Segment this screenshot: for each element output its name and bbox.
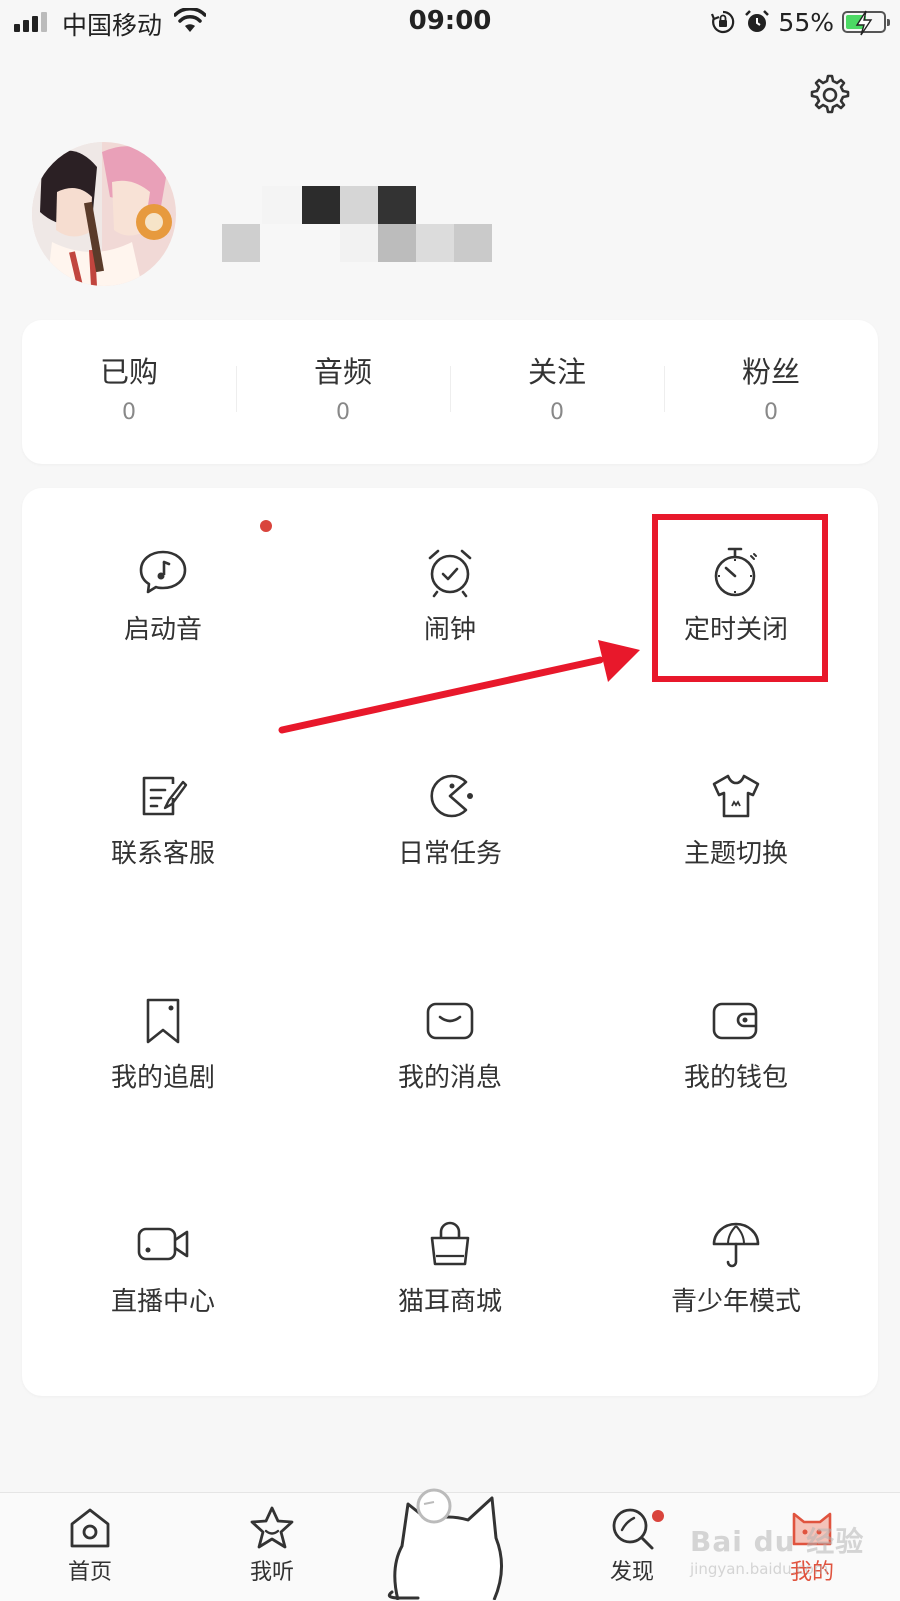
tab-label: 发现 [609,1560,654,1585]
menu-label: 我的钱包 [683,1063,788,1093]
menu-label: 主题切换 [683,839,788,869]
menu-daily-tasks[interactable]: 日常任务 [350,768,550,872]
menu-live-center[interactable]: 直播中心 [63,1216,263,1320]
tab-listen[interactable]: 我听 [212,1492,332,1586]
watermark-brand: Bai du 经验 [690,1525,865,1558]
menu-label: 猫耳商城 [397,1287,502,1317]
tshirt-icon [712,774,760,818]
tab-label: 我听 [249,1560,294,1585]
pacman-icon [430,774,473,818]
menu-label: 青少年模式 [670,1287,801,1317]
menu-my-dramas[interactable]: 我的追剧 [63,992,263,1096]
menu-customer-service[interactable]: 联系客服 [63,768,263,872]
menu-label: 我的消息 [397,1063,502,1093]
cat-icon[interactable] [384,1488,512,1600]
star-icon [250,1506,294,1549]
message-box-icon [426,1002,474,1040]
wallet-icon [712,1002,758,1040]
menu-label: 联系客服 [110,839,215,869]
umbrella-icon [712,1222,760,1268]
tab-label: 首页 [67,1560,112,1585]
menu-my-messages[interactable]: 我的消息 [350,992,550,1096]
watermark: Bai du 经验 jingyan.baidu.com [690,1520,864,1578]
bookmark-icon [146,998,180,1044]
menu-teen-mode[interactable]: 青少年模式 [636,1216,836,1320]
menu-label: 日常任务 [397,839,502,869]
home-icon [70,1508,110,1548]
tab-home[interactable]: 首页 [30,1492,150,1586]
watermark-url: jingyan.baidu.com [690,1560,829,1578]
annotation-arrow [278,640,640,734]
menu-maoer-mall[interactable]: 猫耳商城 [350,1216,550,1320]
edit-note-icon [142,776,188,816]
menu-my-wallet[interactable]: 我的钱包 [636,992,836,1096]
menu-label: 直播中心 [110,1287,215,1317]
discover-search-icon [612,1508,654,1550]
menu-label: 我的追剧 [110,1063,215,1093]
video-camera-icon [137,1227,189,1261]
tab-discover[interactable]: 发现 [572,1492,692,1586]
menu-theme-switch[interactable]: 主题切换 [636,768,836,872]
shopping-bag-icon [430,1221,470,1266]
